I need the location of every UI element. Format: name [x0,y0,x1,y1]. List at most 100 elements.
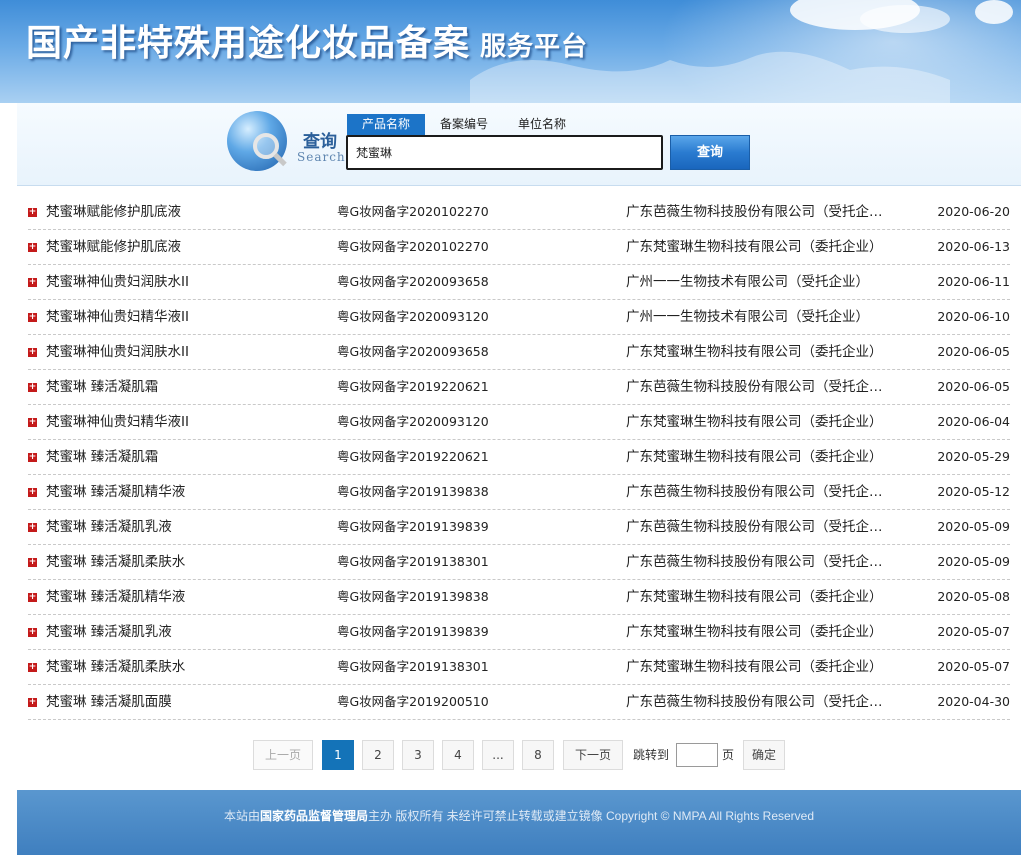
next-page-button[interactable]: 下一页 [563,740,623,770]
record-date: 2020-06-20 [937,204,1010,219]
list-item[interactable]: + 梵蜜琳神仙贵妇精华液II 粤G妆网备字2020093120 广东梵蜜琳生物科… [28,405,1010,440]
company-name: 广东梵蜜琳生物科技有限公司（委托企业） [626,414,883,430]
record-date: 2020-04-30 [937,694,1010,709]
footer-copyright: 本站由国家药品监督管理局主办 版权所有 未经许可禁止转载或建立镜像 Copyri… [17,807,1021,824]
record-number: 粤G妆网备字2019138301 [337,659,489,674]
prev-page-button[interactable]: 上一页 [253,740,313,770]
list-item[interactable]: + 梵蜜琳赋能修护肌底液 粤G妆网备字2020102270 广东芭薇生物科技股份… [28,195,1010,230]
product-name-link[interactable]: 梵蜜琳 臻活凝肌乳液 [46,615,326,649]
product-name-link[interactable]: 梵蜜琳赋能修护肌底液 [46,230,326,264]
product-name-link[interactable]: 梵蜜琳 臻活凝肌霜 [46,370,326,404]
footer-suffix: 主办 版权所有 未经许可禁止转载或建立镜像 Copyright © NMPA A… [367,809,815,823]
record-number: 粤G妆网备字2019138301 [337,554,489,569]
product-name-link[interactable]: 梵蜜琳神仙贵妇润肤水II [46,265,326,299]
cloud-shape [860,5,950,33]
record-date: 2020-06-13 [937,239,1010,254]
company-name: 广州一一生物技术有限公司（受托企业） [626,274,869,290]
site-title: 国产非特殊用途化妆品备案 服务平台 [26,14,588,66]
list-item[interactable]: + 梵蜜琳 臻活凝肌乳液 粤G妆网备字2019139839 广东芭薇生物科技股份… [28,510,1010,545]
product-name-link[interactable]: 梵蜜琳 臻活凝肌精华液 [46,475,326,509]
tab-record-number[interactable]: 备案编号 [429,114,499,135]
record-number: 粤G妆网备字2020093120 [337,414,489,429]
record-number: 粤G妆网备字2019139839 [337,624,489,639]
arrow-bullet-icon: + [28,697,37,707]
arrow-bullet-icon: + [28,487,37,497]
arrow-bullet-icon: + [28,242,37,252]
arrow-bullet-icon: + [28,557,37,567]
arrow-bullet-icon: + [28,522,37,532]
arrow-bullet-icon: + [28,592,37,602]
record-number: 粤G妆网备字2019139839 [337,519,489,534]
list-item[interactable]: + 梵蜜琳 臻活凝肌霜 粤G妆网备字2019220621 广东梵蜜琳生物科技有限… [28,440,1010,475]
product-name-link[interactable]: 梵蜜琳 臻活凝肌面膜 [46,685,326,719]
company-name: 广东梵蜜琳生物科技有限公司（委托企业） [626,344,883,360]
record-date: 2020-06-11 [937,274,1010,289]
jump-page-input[interactable] [676,743,718,767]
arrow-bullet-icon: + [28,627,37,637]
list-item[interactable]: + 梵蜜琳赋能修护肌底液 粤G妆网备字2020102270 广东梵蜜琳生物科技有… [28,230,1010,265]
search-label-en: Search [297,150,346,164]
page-button-2[interactable]: 2 [362,740,394,770]
list-item[interactable]: + 梵蜜琳 臻活凝肌霜 粤G妆网备字2019220621 广东芭薇生物科技股份有… [28,370,1010,405]
record-number: 粤G妆网备字2019200510 [337,694,489,709]
page-button-last[interactable]: 8 [522,740,554,770]
product-name-link[interactable]: 梵蜜琳神仙贵妇精华液II [46,300,326,334]
product-name-link[interactable]: 梵蜜琳神仙贵妇润肤水II [46,335,326,369]
tab-product-name[interactable]: 产品名称 [347,114,425,135]
page-button-3[interactable]: 3 [402,740,434,770]
list-item[interactable]: + 梵蜜琳 臻活凝肌乳液 粤G妆网备字2019139839 广东梵蜜琳生物科技有… [28,615,1010,650]
product-name-link[interactable]: 梵蜜琳 臻活凝肌柔肤水 [46,545,326,579]
company-name: 广东芭薇生物科技股份有限公司（受托企… [626,519,883,535]
product-name-link[interactable]: 梵蜜琳 臻活凝肌柔肤水 [46,650,326,684]
record-date: 2020-05-08 [937,589,1010,604]
cloud-shape [975,0,1013,24]
arrow-bullet-icon: + [28,417,37,427]
list-item[interactable]: + 梵蜜琳 臻活凝肌精华液 粤G妆网备字2019139838 广东梵蜜琳生物科技… [28,580,1010,615]
list-item[interactable]: + 梵蜜琳 臻活凝肌柔肤水 粤G妆网备字2019138301 广东芭薇生物科技股… [28,545,1010,580]
list-item[interactable]: + 梵蜜琳神仙贵妇精华液II 粤G妆网备字2020093120 广州一一生物技术… [28,300,1010,335]
search-panel: 查询 Search 产品名称 备案编号 单位名称 查询 [17,103,1021,186]
page-button-1[interactable]: 1 [322,740,354,770]
company-name: 广东芭薇生物科技股份有限公司（受托企… [626,694,883,710]
site-title-sub: 服务平台 [480,32,589,62]
record-date: 2020-06-10 [937,309,1010,324]
record-number: 粤G妆网备字2019220621 [337,449,489,464]
arrow-bullet-icon: + [28,312,37,322]
record-date: 2020-06-04 [937,414,1010,429]
company-name: 广东芭薇生物科技股份有限公司（受托企… [626,554,883,570]
record-date: 2020-06-05 [937,379,1010,394]
arrow-bullet-icon: + [28,452,37,462]
arrow-bullet-icon: + [28,662,37,672]
record-date: 2020-05-09 [937,554,1010,569]
company-name: 广东芭薇生物科技股份有限公司（受托企… [626,379,883,395]
list-item[interactable]: + 梵蜜琳 臻活凝肌柔肤水 粤G妆网备字2019138301 广东梵蜜琳生物科技… [28,650,1010,685]
company-name: 广东梵蜜琳生物科技有限公司（委托企业） [626,624,883,640]
arrow-bullet-icon: + [28,382,37,392]
arrow-bullet-icon: + [28,277,37,287]
product-name-link[interactable]: 梵蜜琳赋能修护肌底液 [46,195,326,229]
record-date: 2020-05-29 [937,449,1010,464]
page-button-4[interactable]: 4 [442,740,474,770]
list-item[interactable]: + 梵蜜琳 臻活凝肌精华液 粤G妆网备字2019139838 广东芭薇生物科技股… [28,475,1010,510]
record-number: 粤G妆网备字2020093120 [337,309,489,324]
list-item[interactable]: + 梵蜜琳神仙贵妇润肤水II 粤G妆网备字2020093658 广州一一生物技术… [28,265,1010,300]
product-name-link[interactable]: 梵蜜琳 臻活凝肌精华液 [46,580,326,614]
product-name-link[interactable]: 梵蜜琳 臻活凝肌乳液 [46,510,326,544]
pagination: 上一页 1 2 3 4 ... 8 下一页 跳转到 页 确定 [0,740,1021,770]
search-input[interactable] [346,135,663,170]
results-list: + 梵蜜琳赋能修护肌底液 粤G妆网备字2020102270 广东芭薇生物科技股份… [28,195,1010,720]
product-name-link[interactable]: 梵蜜琳神仙贵妇精华液II [46,405,326,439]
product-name-link[interactable]: 梵蜜琳 臻活凝肌霜 [46,440,326,474]
jump-confirm-button[interactable]: 确定 [743,740,785,770]
record-number: 粤G妆网备字2020093658 [337,274,489,289]
search-button[interactable]: 查询 [670,135,750,170]
list-item[interactable]: + 梵蜜琳神仙贵妇润肤水II 粤G妆网备字2020093658 广东梵蜜琳生物科… [28,335,1010,370]
tab-company-name[interactable]: 单位名称 [507,114,577,135]
page-unit-label: 页 [722,748,735,762]
record-number: 粤G妆网备字2020102270 [337,239,489,254]
list-item[interactable]: + 梵蜜琳 臻活凝肌面膜 粤G妆网备字2019200510 广东芭薇生物科技股份… [28,685,1010,720]
record-date: 2020-05-09 [937,519,1010,534]
site-title-main: 国产非特殊用途化妆品备案 [26,22,471,64]
search-label-cn: 查询 [303,132,337,152]
record-date: 2020-05-07 [937,659,1010,674]
